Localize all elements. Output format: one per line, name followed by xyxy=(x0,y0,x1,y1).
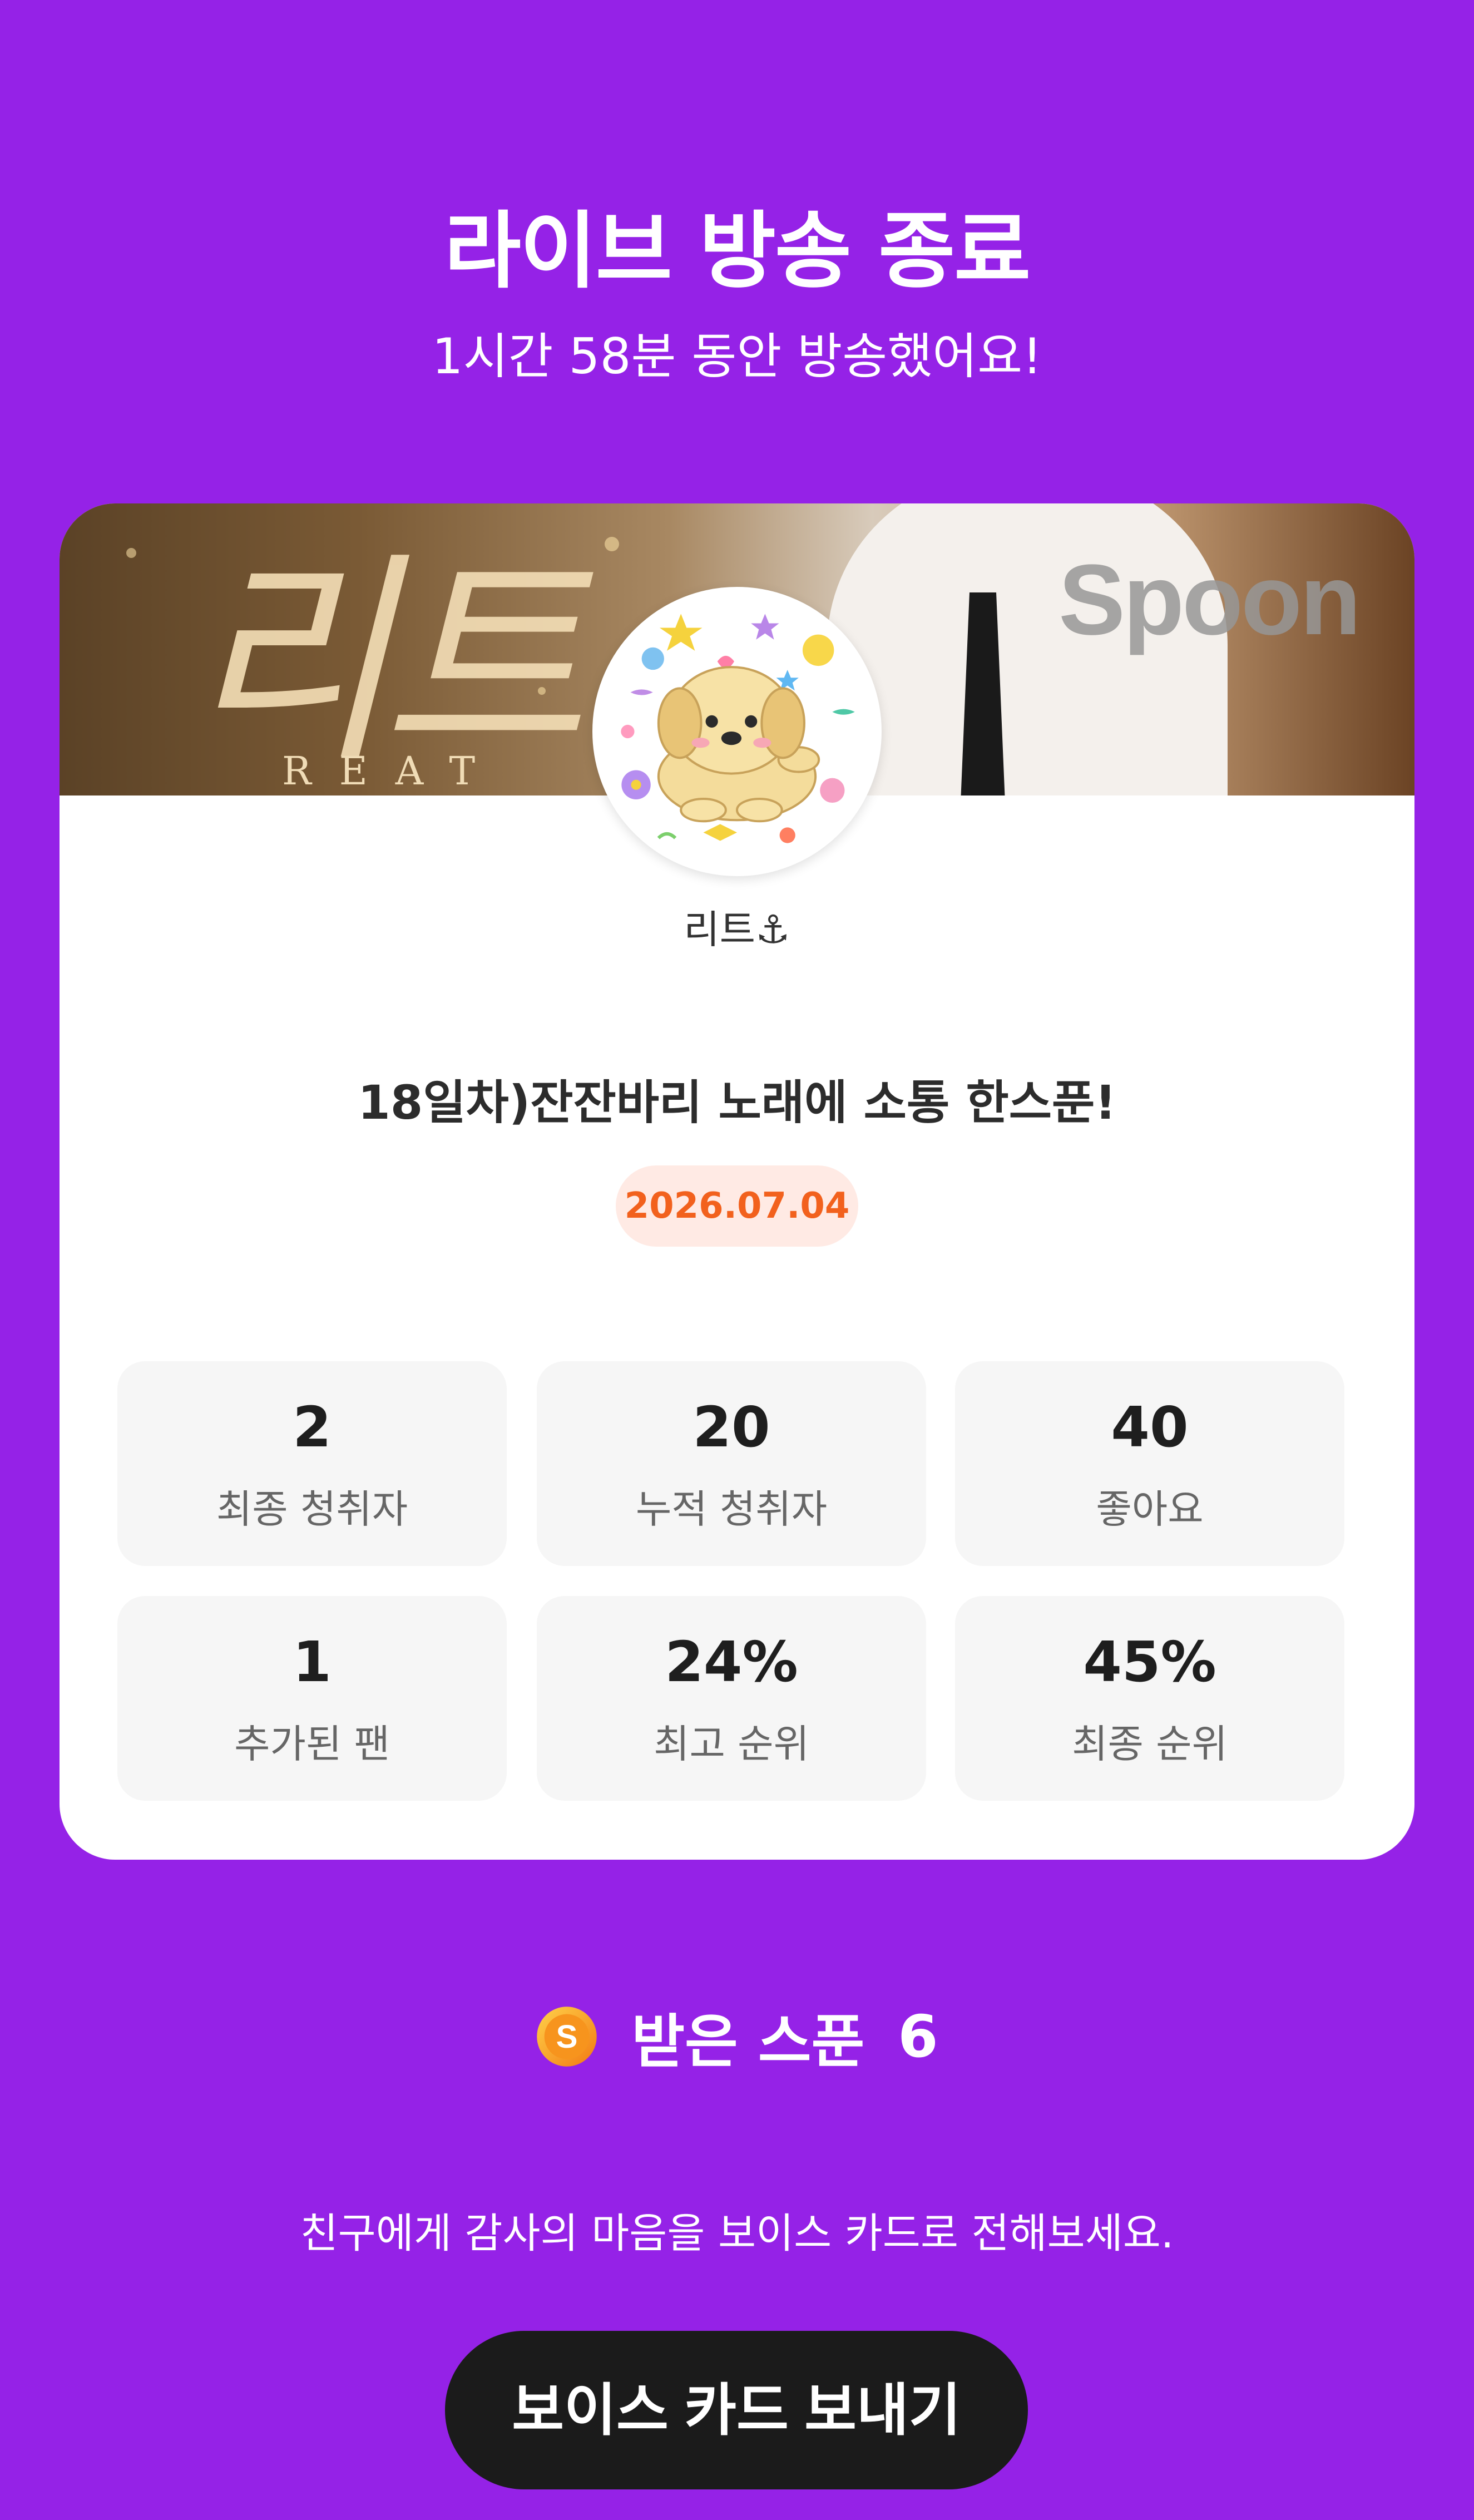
received-spoons: S 받은 스푼 6 xyxy=(0,1994,1474,2076)
stat-value: 1 xyxy=(293,1629,332,1694)
banner-sub-text: REAT xyxy=(282,748,503,794)
dj-nickname: 리트⚓ xyxy=(684,907,790,952)
stat-label: 추가된 팬 xyxy=(234,1721,390,1767)
stat-total-listeners: 20 누적 청취자 xyxy=(537,1361,926,1566)
stat-value: 2 xyxy=(293,1395,332,1460)
received-spoons-count: 6 xyxy=(898,2002,938,2071)
stat-value: 40 xyxy=(1111,1395,1189,1460)
stat-final-rank: 45% 최종 순위 xyxy=(955,1596,1344,1801)
stat-label: 최고 순위 xyxy=(654,1721,809,1767)
stat-label: 최종 순위 xyxy=(1072,1721,1228,1767)
stat-likes: 40 좋아요 xyxy=(955,1361,1344,1566)
stat-value: 24% xyxy=(665,1629,798,1694)
stat-new-fans: 1 추가된 팬 xyxy=(117,1596,507,1801)
broadcast-title: 18일차)잔잔바리 노래에 소통 한스푼! xyxy=(358,1075,1116,1130)
spoon-coin-icon: S xyxy=(537,2006,597,2067)
broadcast-date-badge: 2026.07.04 xyxy=(616,1165,858,1247)
stat-final-listeners: 2 최종 청취자 xyxy=(117,1361,507,1566)
send-voice-card-button[interactable]: 보이스 카드 보내기 xyxy=(445,2331,1028,2489)
page-title: 라이브 방송 종료 xyxy=(444,203,1031,300)
puppy-avatar-icon xyxy=(597,591,877,872)
stat-label: 최종 청취자 xyxy=(216,1486,408,1532)
voice-card-prompt: 친구에게 감사의 마음을 보이스 카드로 전해보세요. xyxy=(300,2210,1174,2257)
broadcast-summary-card: 리트 REAT Spoon 리트⚓ 18일차)잔잔바리 노래에 소통 한스푼! … xyxy=(60,503,1414,1860)
received-spoons-label: 받은 스푼 xyxy=(631,2008,865,2076)
avatar[interactable] xyxy=(592,587,882,876)
spoon-watermark: Spoon xyxy=(1058,544,1361,656)
broadcast-duration: 1시간 58분 동안 방송했어요! xyxy=(432,328,1042,385)
svg-text:S: S xyxy=(556,2019,578,2055)
stat-best-rank: 24% 최고 순위 xyxy=(537,1596,926,1801)
stat-value: 45% xyxy=(1083,1629,1216,1694)
stat-value: 20 xyxy=(693,1395,770,1460)
stat-label: 좋아요 xyxy=(1096,1486,1204,1532)
stat-label: 누적 청취자 xyxy=(635,1486,828,1532)
